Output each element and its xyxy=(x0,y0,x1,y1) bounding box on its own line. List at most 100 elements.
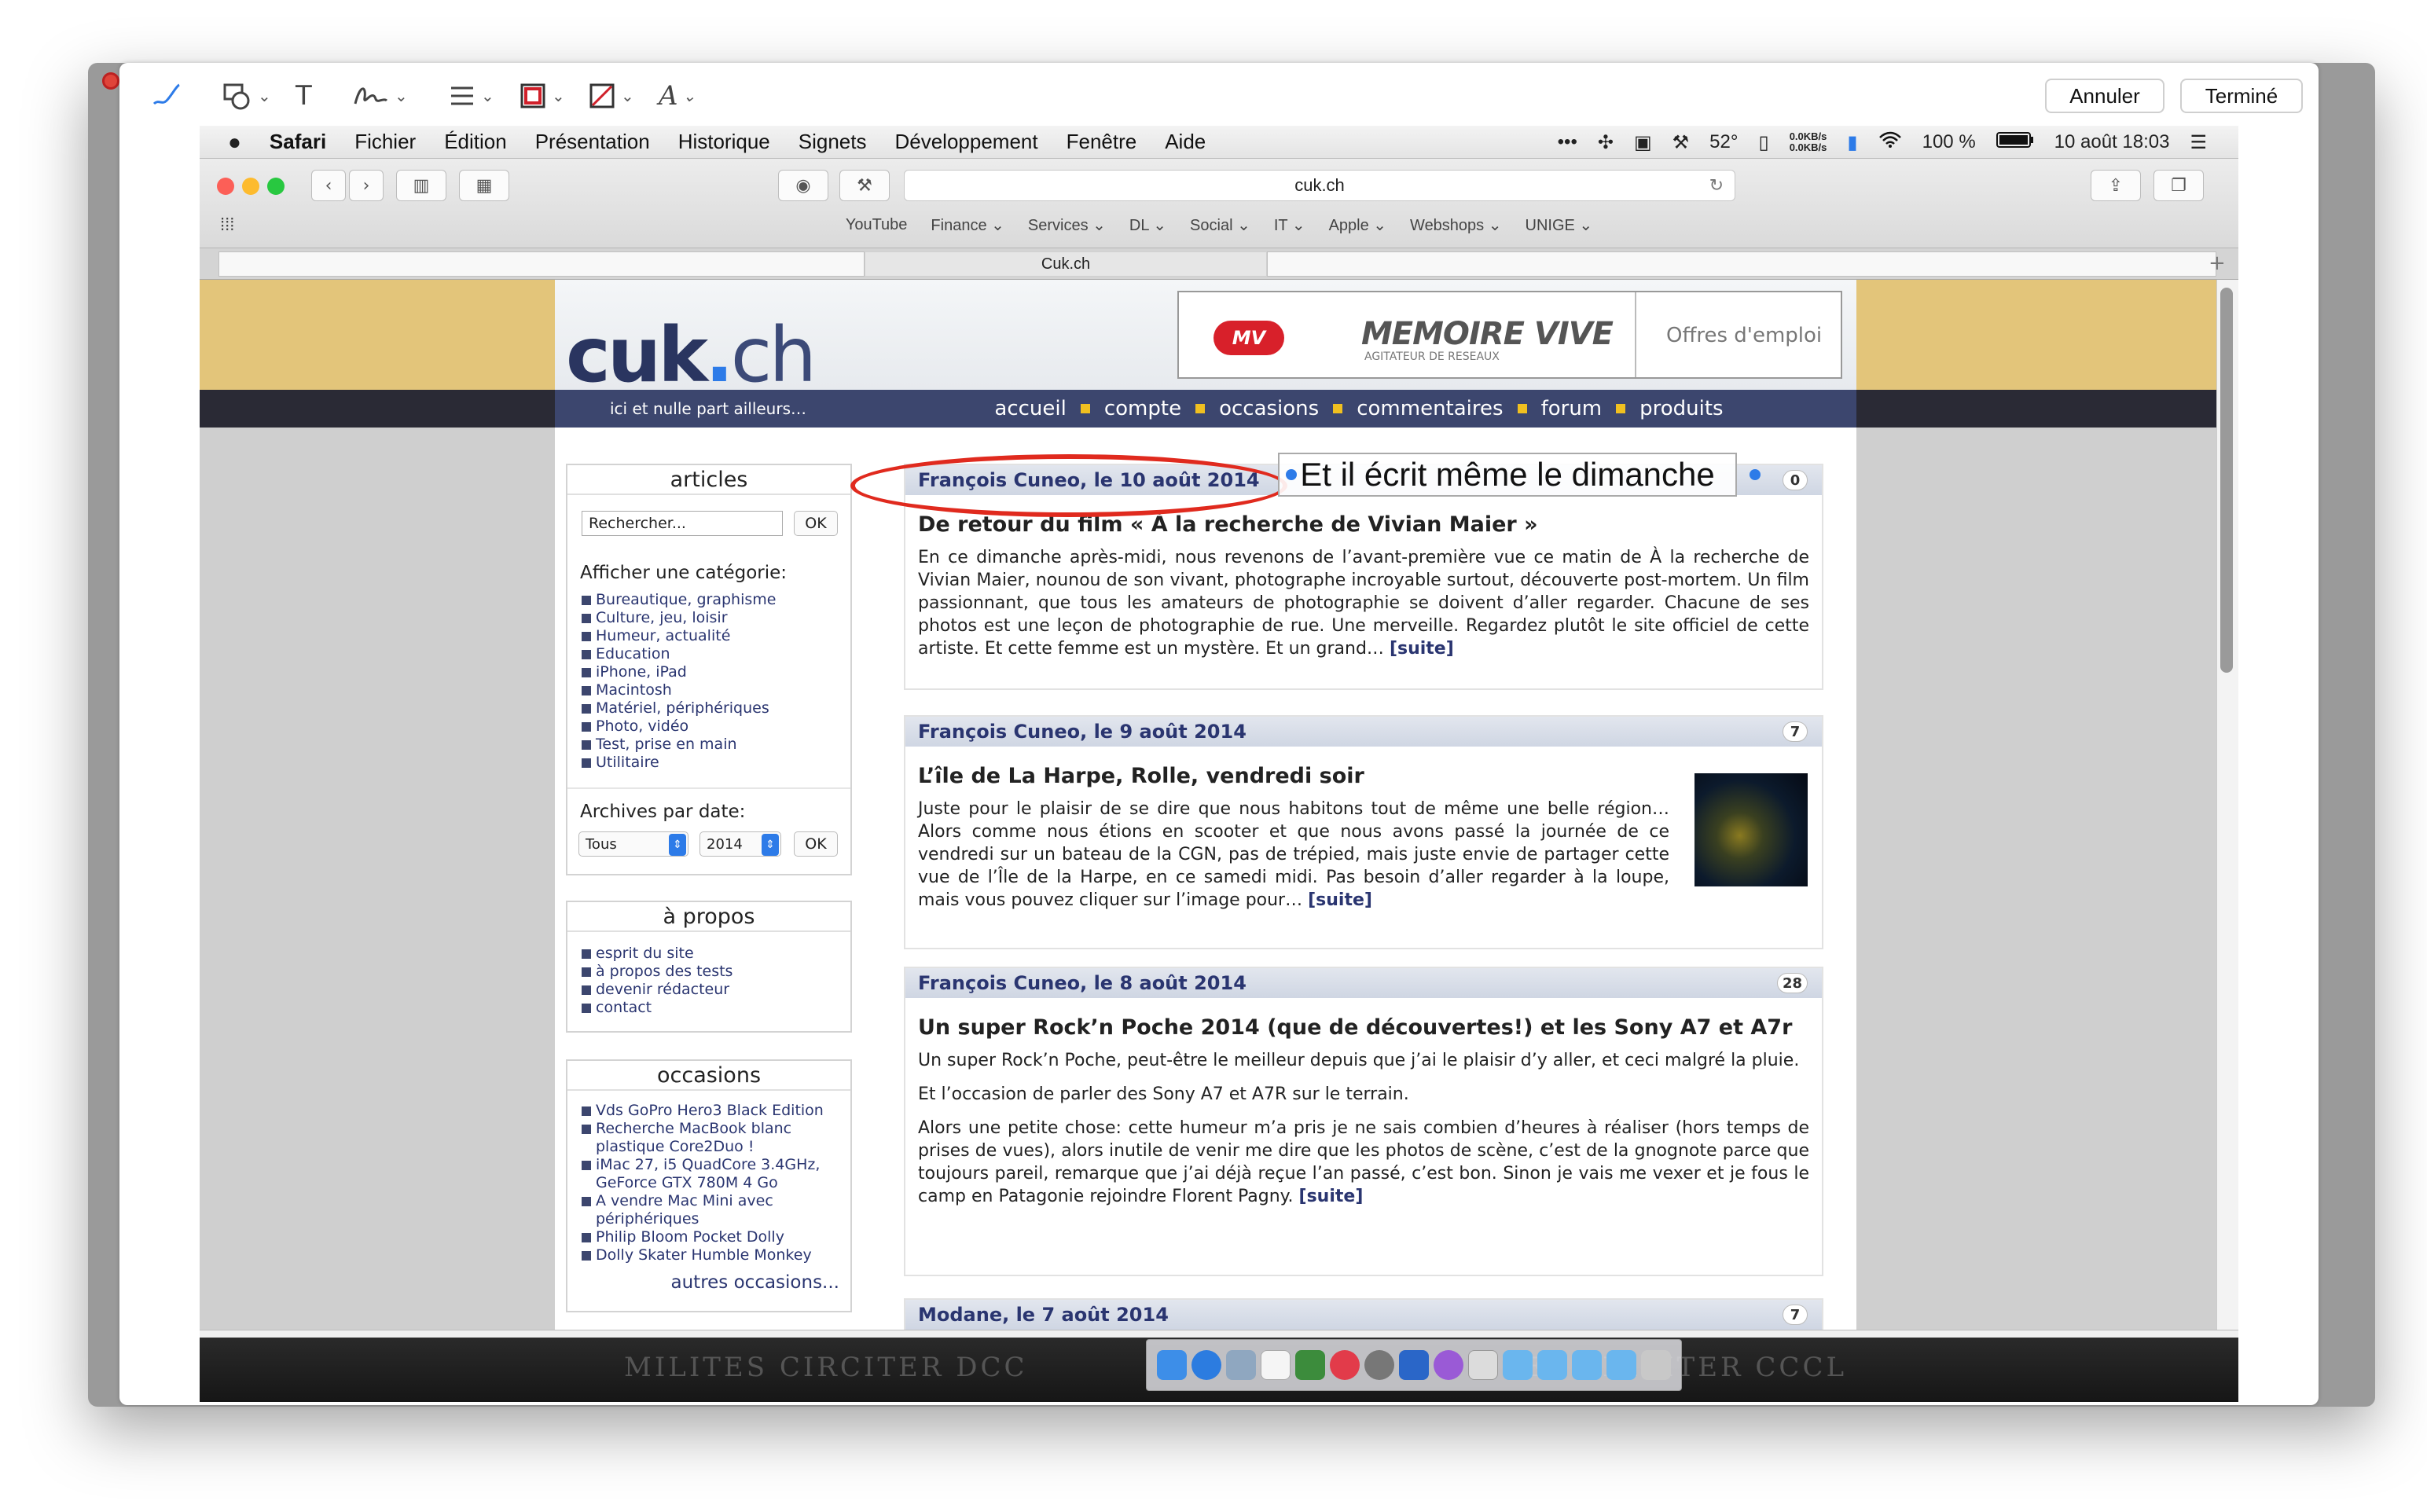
fav-services[interactable]: Services ⌄ xyxy=(1028,215,1106,235)
tab-active[interactable]: Cuk.ch xyxy=(865,251,1267,277)
post-author-date[interactable]: Modane, le 7 août 2014 xyxy=(918,1304,1169,1326)
share-icon[interactable]: ⇪ xyxy=(2091,170,2141,201)
back-icon[interactable]: ‹ xyxy=(311,170,346,201)
comment-count-badge[interactable]: 7 xyxy=(1783,721,1808,742)
settings-icon[interactable] xyxy=(1364,1350,1394,1380)
fav-it[interactable]: IT ⌄ xyxy=(1274,215,1305,235)
phone-icon[interactable]: ▯ xyxy=(1758,131,1768,154)
safari-icon[interactable] xyxy=(1191,1350,1221,1380)
signature-icon[interactable]: ⌄ xyxy=(352,79,408,113)
close-dot-icon[interactable] xyxy=(102,72,119,90)
nav-commentaires[interactable]: commentaires xyxy=(1357,397,1503,420)
nav-occasions[interactable]: occasions xyxy=(1219,397,1319,420)
done-button[interactable]: Terminé xyxy=(2180,79,2303,113)
category-item[interactable]: iPhone, iPad xyxy=(580,663,850,681)
clock[interactable]: 10 août 18:03 xyxy=(2054,131,2170,153)
post-title[interactable]: Un super Rock’n Poche 2014 (que de décou… xyxy=(918,1015,1809,1040)
calendar-icon[interactable]: ▣ xyxy=(1634,131,1652,154)
menu-edition[interactable]: Édition xyxy=(444,130,507,154)
occasion-item[interactable]: A vendre Mac Mini avec périphériques xyxy=(580,1192,843,1228)
occasion-item[interactable]: Philip Bloom Pocket Dolly xyxy=(580,1228,843,1246)
sidebar-toggle-icon[interactable]: ▥ xyxy=(396,170,446,201)
fill-color-icon[interactable]: ⌄ xyxy=(588,79,634,113)
ad-jobs-link[interactable]: Offres d'emploi xyxy=(1666,324,1822,347)
folder-icon[interactable] xyxy=(1572,1350,1602,1380)
category-item[interactable]: Bureautique, graphisme xyxy=(580,591,850,609)
occasion-item[interactable]: Vds GoPro Hero3 Black Edition xyxy=(580,1102,843,1120)
menu-app[interactable]: Safari xyxy=(270,130,326,154)
menu-signets[interactable]: Signets xyxy=(799,130,867,154)
forward-icon[interactable]: › xyxy=(349,170,384,201)
occasion-item[interactable]: Dolly Skater Humble Monkey xyxy=(580,1246,843,1264)
text-icon[interactable]: T xyxy=(296,79,312,113)
read-more-link[interactable]: [suite] xyxy=(1390,639,1454,659)
red-ellipse-annotation[interactable] xyxy=(850,454,1287,517)
occasion-item[interactable]: iMac 27, i5 QuadCore 3.4GHz, GeForce GTX… xyxy=(580,1156,843,1192)
fav-finance[interactable]: Finance ⌄ xyxy=(931,215,1004,235)
scrollbar-thumb[interactable] xyxy=(2220,288,2233,673)
finder-icon[interactable] xyxy=(1157,1350,1187,1380)
font-icon[interactable]: A ⌄ xyxy=(659,79,696,113)
preview-icon[interactable] xyxy=(1226,1350,1256,1380)
wifi-icon[interactable] xyxy=(1878,131,1902,154)
line-style-icon[interactable]: ⌄ xyxy=(448,79,494,113)
nav-accueil[interactable]: accueil xyxy=(994,397,1066,420)
post-author-date[interactable]: François Cuneo, le 8 août 2014 xyxy=(918,972,1247,994)
apps-grid-icon[interactable]: ⁞⁞⁞ xyxy=(220,215,234,235)
extension-icon[interactable]: ◉ xyxy=(778,170,828,201)
close-window-icon[interactable] xyxy=(217,178,234,195)
nav-produits[interactable]: produits xyxy=(1639,397,1723,420)
comment-count-badge[interactable]: 28 xyxy=(1776,973,1808,993)
zoom-window-icon[interactable] xyxy=(267,178,285,195)
post-title[interactable]: L’île de La Harpe, Rolle, vendredi soir xyxy=(918,764,1809,788)
menu-historique[interactable]: Historique xyxy=(678,130,770,154)
apropos-item[interactable]: contact xyxy=(580,999,850,1017)
wrench-icon[interactable]: ⚒ xyxy=(839,170,890,201)
menu-presentation[interactable]: Présentation xyxy=(535,130,650,154)
shapes-icon[interactable]: ⌄ xyxy=(222,79,271,113)
archive-ok-button[interactable]: OK xyxy=(794,831,838,857)
battery-percent[interactable]: 100 % xyxy=(1922,131,1976,153)
tab-left[interactable] xyxy=(218,251,865,277)
read-more-link[interactable]: [suite] xyxy=(1299,1187,1364,1206)
apropos-item[interactable]: esprit du site xyxy=(580,945,850,963)
trash-icon[interactable] xyxy=(1641,1350,1671,1380)
post-author-date[interactable]: François Cuneo, le 9 août 2014 xyxy=(918,721,1247,743)
temperature[interactable]: 52° xyxy=(1709,131,1738,153)
folder-icon[interactable] xyxy=(1503,1350,1533,1380)
archive-year-select[interactable]: 2014 ⇕ xyxy=(699,831,781,857)
resize-handle-left[interactable] xyxy=(1286,469,1297,480)
network-icon[interactable]: ✣ xyxy=(1598,131,1614,154)
fav-youtube[interactable]: YouTube xyxy=(846,216,908,234)
app-icon[interactable] xyxy=(1434,1350,1463,1380)
site-logo[interactable]: cuk.ch xyxy=(566,311,817,399)
top-sites-icon[interactable]: ▦ xyxy=(459,170,509,201)
fav-social[interactable]: Social ⌄ xyxy=(1190,215,1250,235)
read-more-link[interactable]: [suite] xyxy=(1308,890,1372,910)
nav-compte[interactable]: compte xyxy=(1104,397,1181,420)
search-ok-button[interactable]: OK xyxy=(794,511,838,536)
music-icon[interactable] xyxy=(1330,1350,1360,1380)
cancel-button[interactable]: Annuler xyxy=(2045,79,2164,113)
tab-right[interactable] xyxy=(1267,251,2216,277)
blue-indicator-icon[interactable]: ▮ xyxy=(1847,131,1857,154)
apple-menu-icon[interactable]: ● xyxy=(228,130,241,155)
fav-unige[interactable]: UNIGE ⌄ xyxy=(1526,215,1593,235)
notes-icon[interactable] xyxy=(1261,1350,1291,1380)
occasion-item[interactable]: Recherche MacBook blanc plastique Core2D… xyxy=(580,1120,843,1156)
battery-icon[interactable] xyxy=(1996,131,2034,154)
category-item[interactable]: Macintosh xyxy=(580,681,850,699)
nav-forum[interactable]: forum xyxy=(1541,397,1603,420)
menu-developpement[interactable]: Développement xyxy=(894,130,1037,154)
fav-apple[interactable]: Apple ⌄ xyxy=(1329,215,1386,235)
net-speed[interactable]: 0.0KB/s 0.0KB/s xyxy=(1790,131,1827,153)
fav-dl[interactable]: DL ⌄ xyxy=(1129,215,1166,235)
search-input[interactable]: Rechercher... xyxy=(582,511,783,536)
category-item[interactable]: Photo, vidéo xyxy=(580,717,850,736)
archive-month-select[interactable]: Tous ⇕ xyxy=(578,831,688,857)
border-color-icon[interactable]: ⌄ xyxy=(519,79,565,113)
category-item[interactable]: Education xyxy=(580,645,850,663)
fav-webshops[interactable]: Webshops ⌄ xyxy=(1410,215,1501,235)
evernote-icon[interactable] xyxy=(1295,1350,1325,1380)
menu-fenetre[interactable]: Fenêtre xyxy=(1067,130,1137,154)
